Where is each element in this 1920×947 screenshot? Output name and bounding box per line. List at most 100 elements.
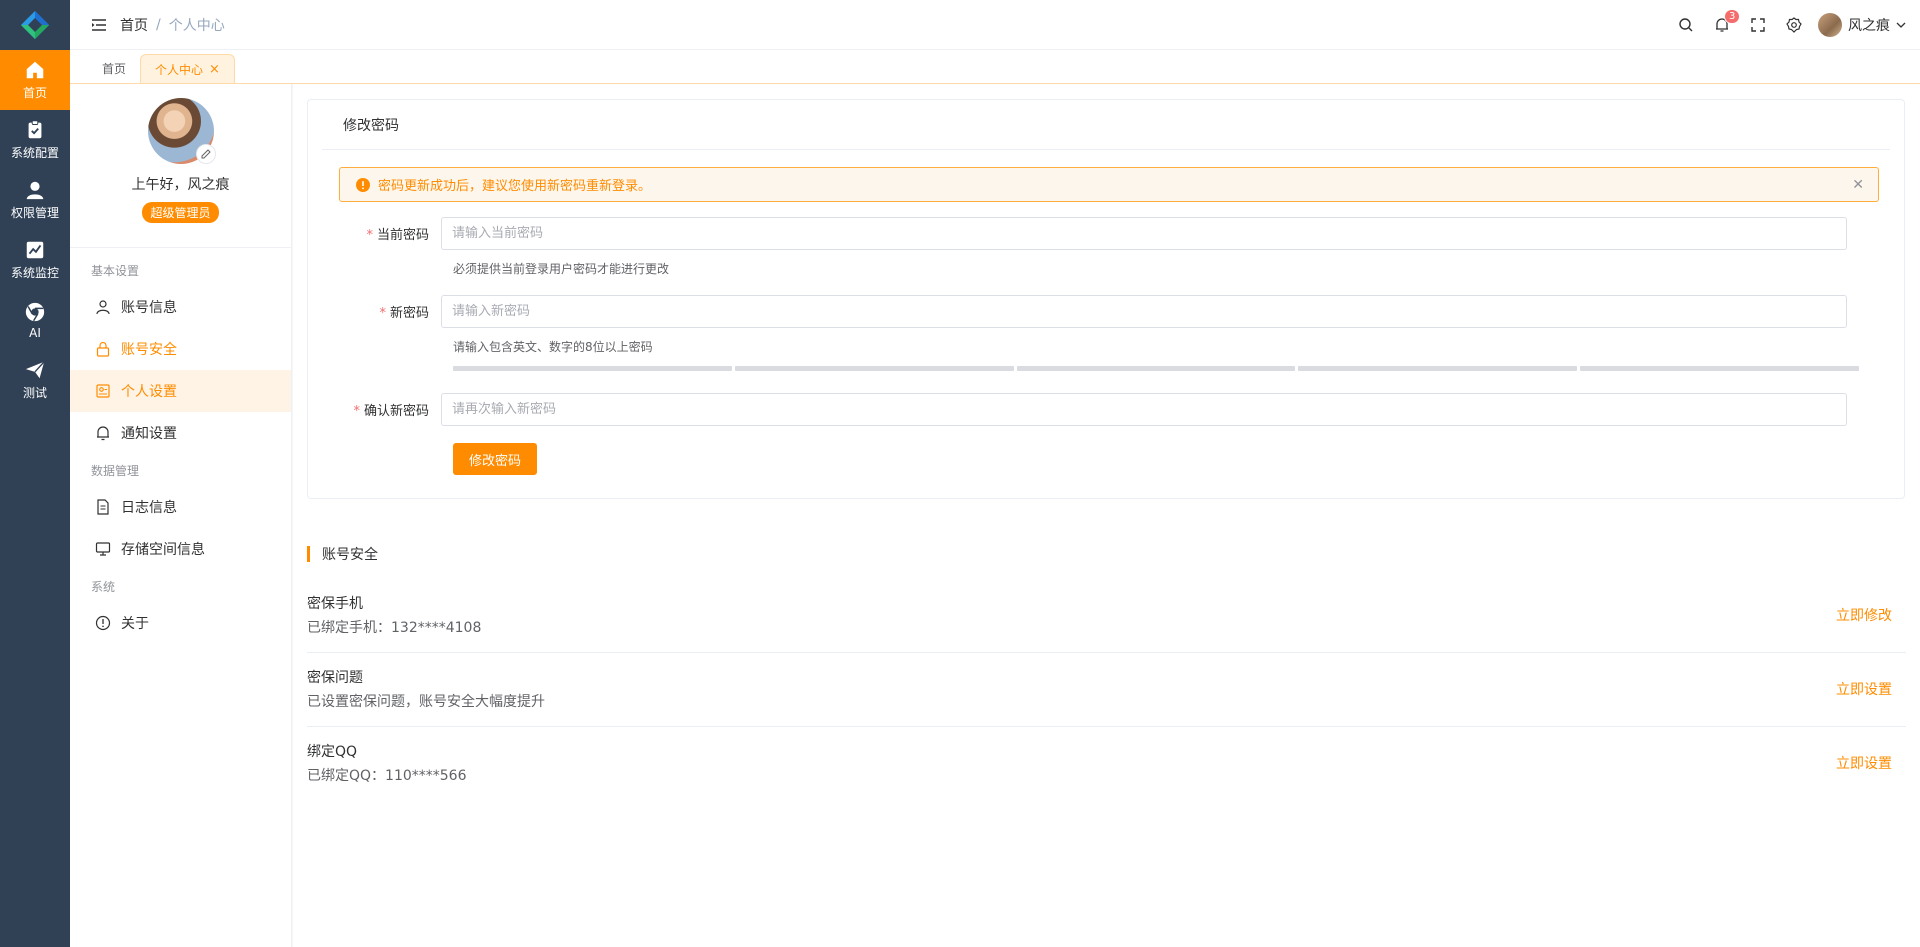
breadcrumb: 首页 / 个人中心 <box>120 15 225 35</box>
avatar <box>1818 12 1842 37</box>
menu-fold-icon <box>92 18 106 31</box>
menu-group-title: 系统 <box>91 579 116 594</box>
rail-item-label: 首页 <box>22 86 47 100</box>
chart-line-icon <box>26 241 44 259</box>
warning-icon <box>356 177 370 192</box>
logo-icon <box>21 11 49 39</box>
collapse-menu-button[interactable] <box>84 18 114 31</box>
document-icon <box>97 499 109 515</box>
rail-item-system-config[interactable]: 系统配置 <box>0 110 70 170</box>
profile-summary: 上午好，风之痕 超级管理员 <box>70 84 291 248</box>
role-badge: 超级管理员 <box>142 202 219 223</box>
tab-label: 首页 <box>102 62 127 76</box>
edit-icon <box>201 149 211 159</box>
app-logo[interactable] <box>0 0 70 50</box>
menu-item-label: 日志信息 <box>121 500 177 516</box>
top-bar: 首页 / 个人中心 3 风之痕 <box>70 0 1920 50</box>
change-password-card: 修改密码 密码更新成功后，建议您使用新密码重新登录。 ✕ * 当前密码 必须提供当… <box>307 99 1905 499</box>
chrome-icon <box>25 302 45 321</box>
user-menu[interactable]: 风之痕 <box>1818 12 1906 37</box>
set-question-link[interactable]: 立即设置 <box>1836 679 1892 699</box>
new-password-hint: 请输入包含英文、数字的8位以上密码 <box>453 340 653 354</box>
security-row-desc: 已绑定手机：132****4108 <box>307 620 482 636</box>
main-content: 修改密码 密码更新成功后，建议您使用新密码重新登录。 ✕ * 当前密码 必须提供当… <box>293 84 1920 947</box>
close-icon[interactable]: × <box>209 62 220 77</box>
security-row-title: 密保问题 <box>307 670 363 686</box>
rail-item-ai[interactable]: AI <box>0 290 70 350</box>
profile-sidebar: 上午好，风之痕 超级管理员 基本设置 账号信息 账号安全 个人设置 通知设置 数… <box>70 84 292 947</box>
menu-item-label: 账号信息 <box>121 300 177 316</box>
header-actions: 3 风之痕 <box>1668 0 1920 50</box>
menu-item-label: 个人设置 <box>121 384 177 400</box>
menu-item-account-security[interactable]: 账号安全 <box>70 328 291 370</box>
breadcrumb-current: 个人中心 <box>168 17 225 34</box>
menu-item-account-info[interactable]: 账号信息 <box>70 286 291 328</box>
confirm-password-row: * 确认新密码 <box>339 393 1847 426</box>
gear-icon <box>1786 16 1802 33</box>
settings-button[interactable] <box>1776 0 1812 50</box>
user-outline-icon <box>96 300 110 315</box>
menu-item-log-info[interactable]: 日志信息 <box>70 486 291 528</box>
search-button[interactable] <box>1668 0 1704 50</box>
menu-item-label: 通知设置 <box>121 426 177 442</box>
security-row-desc: 已设置密保问题，账号安全大幅度提升 <box>307 694 545 710</box>
current-password-label: * 当前密码 <box>366 228 429 243</box>
close-icon[interactable]: ✕ <box>1852 177 1864 193</box>
menu-item-label: 存储空间信息 <box>121 542 205 558</box>
lock-icon <box>96 341 110 357</box>
card-title: 修改密码 <box>322 100 1890 150</box>
tab-label: 个人中心 <box>155 62 204 77</box>
rail-item-label: 系统监控 <box>10 266 59 280</box>
left-rail: 首页 系统配置 权限管理 系统监控 AI 测试 <box>0 0 70 947</box>
security-row-title: 绑定QQ <box>307 744 358 760</box>
breadcrumb-separator: / <box>156 16 161 33</box>
bell-icon <box>97 426 109 441</box>
current-password-input[interactable] <box>441 217 1847 250</box>
menu-item-label: 关于 <box>121 616 149 632</box>
security-row-title: 密保手机 <box>307 596 363 612</box>
security-row-question: 密保问题 已设置密保问题，账号安全大幅度提升 立即设置 <box>307 653 1906 727</box>
edit-avatar-button[interactable] <box>195 144 216 164</box>
current-password-row: * 当前密码 <box>339 217 1847 250</box>
change-password-button[interactable]: 修改密码 <box>453 443 538 475</box>
chevron-down-icon <box>1896 22 1906 28</box>
username: 风之痕 <box>1848 17 1890 34</box>
rail-item-label: 权限管理 <box>10 206 59 220</box>
info-circle-icon <box>95 615 111 631</box>
rail-item-permission[interactable]: 权限管理 <box>0 170 70 230</box>
breadcrumb-home[interactable]: 首页 <box>120 15 148 35</box>
rail-item-home[interactable]: 首页 <box>0 50 70 110</box>
confirm-password-input[interactable] <box>441 393 1847 426</box>
user-icon <box>26 181 44 200</box>
tab-home[interactable]: 首页 <box>88 54 140 83</box>
security-row-phone: 密保手机 已绑定手机：132****4108 立即修改 <box>307 579 1906 653</box>
tags-view: 首页 个人中心 × <box>70 50 1920 84</box>
fullscreen-button[interactable] <box>1740 0 1776 50</box>
security-row-desc: 已绑定QQ：110****566 <box>307 768 467 784</box>
new-password-input[interactable] <box>441 295 1847 328</box>
password-alert: 密码更新成功后，建议您使用新密码重新登录。 ✕ <box>339 167 1879 202</box>
menu-item-about[interactable]: 关于 <box>70 602 291 644</box>
rail-item-test[interactable]: 测试 <box>0 350 70 410</box>
search-icon <box>1679 17 1693 31</box>
menu-group-title: 基本设置 <box>91 263 140 278</box>
current-password-hint: 必须提供当前登录用户密码才能进行更改 <box>453 262 670 276</box>
security-row-qq: 绑定QQ 已绑定QQ：110****566 立即设置 <box>307 727 1906 801</box>
tab-personal-center[interactable]: 个人中心 × <box>140 54 235 83</box>
alert-text: 密码更新成功后，建议您使用新密码重新登录。 <box>378 179 652 194</box>
menu-item-label: 账号安全 <box>121 342 177 358</box>
notification-badge: 3 <box>1724 8 1741 24</box>
modify-phone-link[interactable]: 立即修改 <box>1836 605 1892 625</box>
rail-item-label: AI <box>29 325 41 340</box>
set-qq-link[interactable]: 立即设置 <box>1836 753 1892 773</box>
menu-item-storage-info[interactable]: 存储空间信息 <box>70 528 291 570</box>
rail-item-monitor[interactable]: 系统监控 <box>0 230 70 290</box>
notifications-button[interactable]: 3 <box>1704 0 1741 50</box>
password-strength-meter <box>453 366 1859 371</box>
send-icon <box>25 361 45 379</box>
profile-avatar[interactable] <box>147 98 216 164</box>
menu-item-personal-settings[interactable]: 个人设置 <box>70 370 291 412</box>
new-password-label: * 新密码 <box>379 306 429 321</box>
home-icon <box>26 61 44 79</box>
menu-item-notification-settings[interactable]: 通知设置 <box>70 412 291 454</box>
